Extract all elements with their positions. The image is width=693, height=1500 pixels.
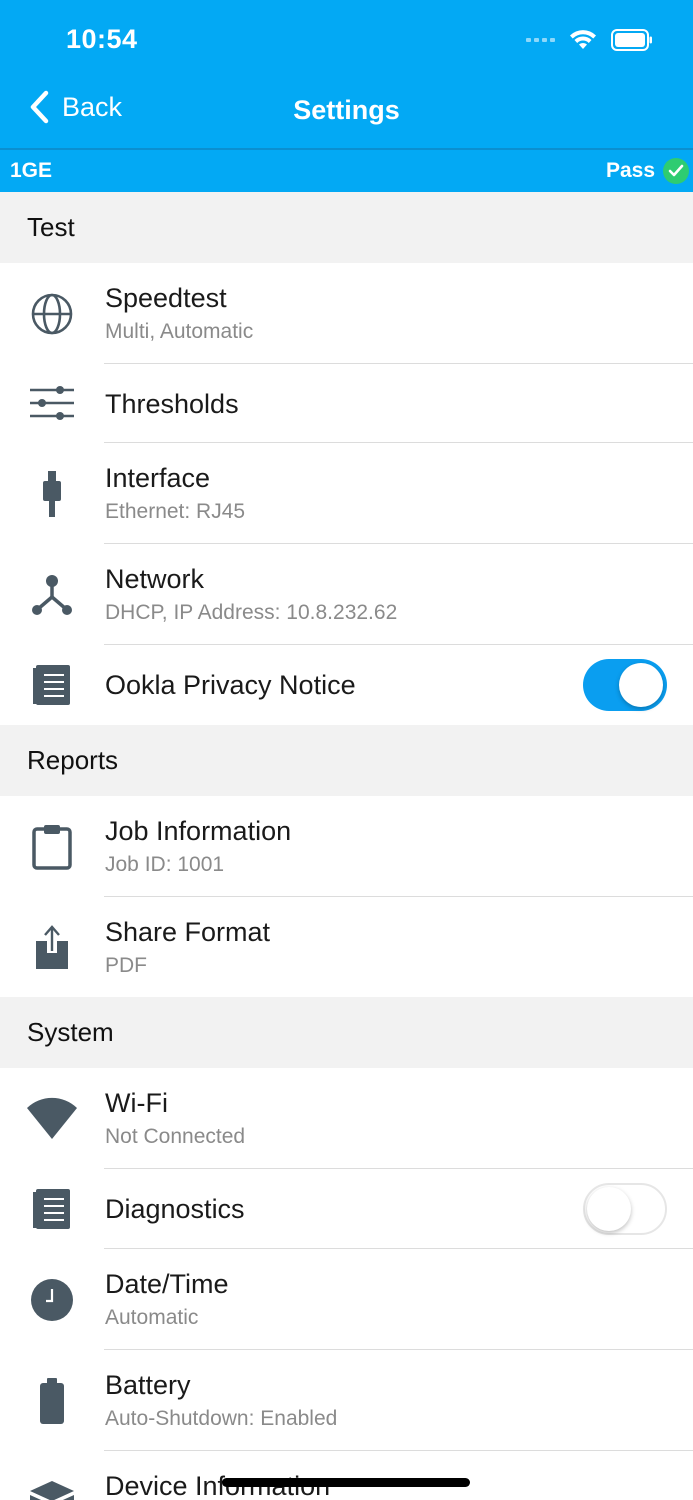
- settings-row-network[interactable]: Network DHCP, IP Address: 10.8.232.62: [0, 544, 693, 645]
- app-header: 10:54 Back Settings: [0, 0, 693, 148]
- clock-icon: [26, 1274, 78, 1326]
- section-header-system: System: [0, 997, 693, 1068]
- chevron-left-icon: [30, 90, 49, 124]
- settings-row-privacy-notice[interactable]: Ookla Privacy Notice: [0, 645, 693, 725]
- settings-row-wifi[interactable]: Wi-Fi Not Connected: [0, 1068, 693, 1169]
- port-label: 1GE: [10, 159, 53, 182]
- row-subtitle: Auto-Shutdown: Enabled: [105, 1407, 338, 1430]
- settings-row-speedtest[interactable]: Speedtest Multi, Automatic: [0, 263, 693, 364]
- row-title: Interface: [105, 463, 211, 493]
- toggle-knob: [587, 1187, 631, 1231]
- wifi-icon: [26, 1093, 78, 1145]
- status-time: 10:54: [66, 24, 138, 54]
- row-title: Wi-Fi: [105, 1088, 168, 1118]
- status-icons: [526, 26, 653, 54]
- check-circle-icon: [663, 158, 689, 184]
- row-subtitle: Job ID: 1001: [105, 853, 225, 876]
- row-subtitle: Ethernet: RJ45: [105, 500, 246, 523]
- row-subtitle: Not Connected: [105, 1125, 246, 1148]
- row-subtitle: Multi, Automatic: [105, 320, 254, 343]
- settings-row-interface[interactable]: Interface Ethernet: RJ45: [0, 443, 693, 544]
- toggle-knob: [619, 663, 663, 707]
- settings-row-battery[interactable]: Battery Auto-Shutdown: Enabled: [0, 1350, 693, 1451]
- network-icon: [26, 569, 78, 621]
- settings-row-share-format[interactable]: Share Format PDF: [0, 897, 693, 997]
- settings-row-device-information[interactable]: Device Information: [0, 1451, 693, 1500]
- sliders-icon: [26, 377, 78, 429]
- document-icon: [26, 659, 78, 711]
- row-title: Job Information: [105, 816, 292, 846]
- row-subtitle: PDF: [105, 954, 147, 977]
- clipboard-icon: [26, 821, 78, 873]
- settings-row-diagnostics[interactable]: Diagnostics: [0, 1169, 693, 1249]
- row-title: Date/Time: [105, 1269, 229, 1299]
- row-title: Network: [105, 564, 205, 594]
- document-icon: [26, 1183, 78, 1235]
- cellular-signal-icon: [526, 38, 555, 42]
- row-title: Speedtest: [105, 283, 227, 313]
- section-header-test: Test: [0, 192, 693, 263]
- row-title: Battery: [105, 1370, 191, 1400]
- row-title: Diagnostics: [105, 1194, 245, 1224]
- back-label: Back: [62, 91, 123, 122]
- privacy-notice-toggle[interactable]: [583, 659, 667, 711]
- share-icon: [26, 921, 78, 973]
- row-title: Ookla Privacy Notice: [105, 670, 356, 700]
- battery-status-icon: [611, 29, 652, 51]
- row-subtitle: DHCP, IP Address: 10.8.232.62: [105, 601, 398, 624]
- diagnostics-toggle[interactable]: [583, 1183, 667, 1235]
- pass-status: Pass: [606, 158, 689, 184]
- row-title: Thresholds: [105, 389, 239, 419]
- settings-row-thresholds[interactable]: Thresholds: [0, 364, 693, 443]
- wifi-status-icon: [570, 30, 596, 49]
- settings-row-job-information[interactable]: Job Information Job ID: 1001: [0, 796, 693, 897]
- back-button[interactable]: Back: [28, 90, 122, 124]
- home-indicator[interactable]: [222, 1478, 470, 1487]
- row-subtitle: Automatic: [105, 1306, 199, 1329]
- pass-label: Pass: [605, 159, 655, 182]
- device-status-bar: 1GE Pass: [0, 148, 693, 192]
- settings-row-date-time[interactable]: Date/Time Automatic: [0, 1249, 693, 1350]
- box-icon: [26, 1473, 78, 1500]
- ethernet-plug-icon: [26, 468, 78, 520]
- globe-icon: [26, 288, 78, 340]
- row-title: Share Format: [105, 917, 271, 947]
- section-header-reports: Reports: [0, 725, 693, 796]
- battery-icon: [26, 1375, 78, 1427]
